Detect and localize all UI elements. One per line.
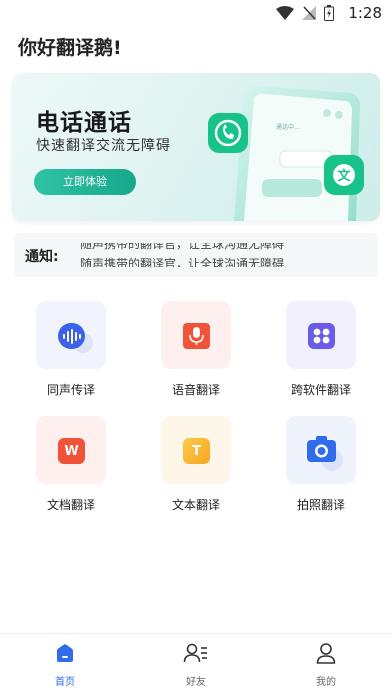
feature-label: 文本翻译 — [171, 498, 220, 512]
banner-subtitle: 快速翻译交流无障碍 — [36, 138, 171, 154]
tab-label: 好友 — [186, 677, 206, 688]
wifi-icon — [276, 6, 294, 20]
feature-label: 语音翻译 — [171, 383, 220, 397]
feature-label: 拍照翻译 — [296, 498, 345, 512]
no-signal-icon — [302, 6, 316, 20]
tab-label: 首页 — [55, 677, 75, 688]
feature-tile — [286, 301, 356, 369]
status-bar: 1:28 — [0, 0, 392, 28]
tab-friends[interactable]: 好友 — [166, 642, 226, 688]
notice-text-outgoing: 随声携带的翻译官，让全球沟通无障碍 — [80, 237, 285, 251]
home-icon — [57, 644, 73, 662]
feature-cross-app-translation[interactable]: 跨软件翻译 — [271, 301, 371, 398]
document-w-icon: W — [58, 438, 85, 464]
apps-grid-icon — [308, 323, 335, 349]
bottom-tab-bar: 首页 好友 我的 — [0, 633, 392, 696]
feature-simultaneous-interpretation[interactable]: 同声传译 — [21, 301, 121, 398]
page-title: 你好翻译鹅! — [18, 37, 122, 59]
phone-illustration: 通话中... 文 — [208, 85, 364, 221]
translate-badge-letter: 文 — [337, 168, 351, 184]
try-now-button[interactable]: 立即体验 — [34, 169, 136, 195]
tab-label: 我的 — [316, 677, 336, 688]
feature-tile: W — [36, 416, 106, 484]
phone-icon — [208, 113, 248, 153]
text-t-icon: T — [183, 438, 210, 464]
translate-badge-icon: 文 — [324, 155, 364, 195]
feature-label: 同声传译 — [46, 383, 95, 397]
feature-tile — [36, 301, 106, 369]
friends-icon — [183, 643, 207, 663]
notice-bar[interactable]: 通知: 随声携带的翻译官，让全球沟通无障碍 随声携带的翻译官，让全球沟通无障碍 — [14, 233, 378, 277]
feature-label: 文档翻译 — [46, 498, 95, 512]
soundwave-icon — [58, 323, 93, 353]
banner-title: 电话通话 — [36, 110, 132, 136]
feature-tile — [161, 301, 231, 369]
tab-profile[interactable]: 我的 — [296, 642, 356, 688]
camera-icon — [307, 436, 343, 471]
notice-label: 通知: — [25, 249, 59, 265]
tab-home[interactable]: 首页 — [35, 642, 95, 688]
feature-text-translation[interactable]: T 文本翻译 — [146, 416, 246, 513]
microphone-icon — [183, 323, 210, 349]
feature-tile — [286, 416, 356, 484]
feature-voice-translation[interactable]: 语音翻译 — [146, 301, 246, 398]
status-icons — [276, 5, 334, 21]
feature-document-translation[interactable]: W 文档翻译 — [21, 416, 121, 513]
chat-status-text: 通话中... — [276, 123, 300, 131]
banner-phone-call[interactable]: 电话通话 快速翻译交流无障碍 立即体验 通话中... 文 — [12, 73, 380, 221]
battery-charging-icon — [324, 5, 334, 21]
feature-photo-translation[interactable]: 拍照翻译 — [271, 416, 371, 513]
profile-icon — [316, 643, 336, 664]
status-time: 1:28 — [348, 4, 382, 22]
notice-text-incoming: 随声携带的翻译官，让全球沟通无障碍 — [80, 257, 285, 271]
feature-tile: T — [161, 416, 231, 484]
feature-label: 跨软件翻译 — [290, 383, 351, 397]
